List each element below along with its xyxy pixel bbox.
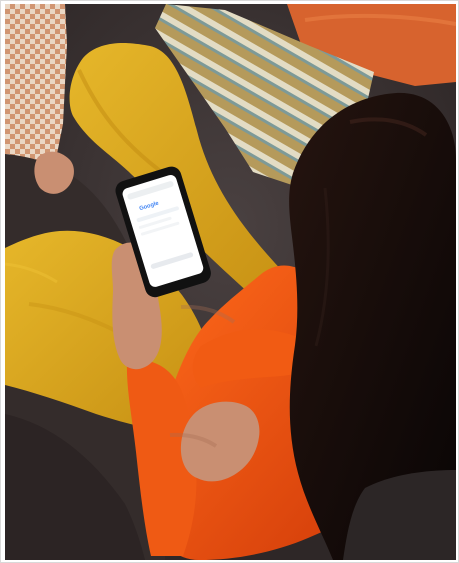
photo-frame: Google [0, 0, 459, 563]
checkered-pillow [5, 4, 67, 164]
photo-illustration: Google [5, 4, 456, 560]
photo: Google [5, 4, 456, 560]
